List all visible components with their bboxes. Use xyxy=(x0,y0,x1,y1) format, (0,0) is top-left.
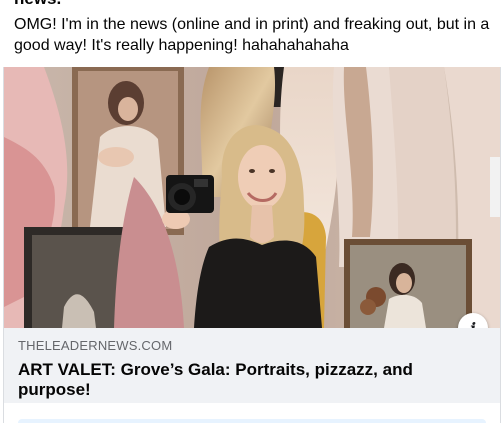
link-preview-card[interactable]: i THELEADERNEWS.COM ART VALET: Grove’s G… xyxy=(3,67,501,403)
post-text-cut-off-line: news. xyxy=(14,0,61,9)
link-domain: THELEADERNEWS.COM xyxy=(18,338,173,353)
next-section-bar xyxy=(18,419,486,423)
link-headline[interactable]: ART VALET: Grove’s Gala: Portraits, pizz… xyxy=(18,360,486,400)
link-preview-image[interactable] xyxy=(4,67,500,328)
post-text: OMG! I'm in the news (online and in prin… xyxy=(14,16,490,54)
next-section-edge xyxy=(3,403,501,423)
link-preview-meta[interactable]: THELEADERNEWS.COM ART VALET: Grove’s Gal… xyxy=(4,328,500,403)
